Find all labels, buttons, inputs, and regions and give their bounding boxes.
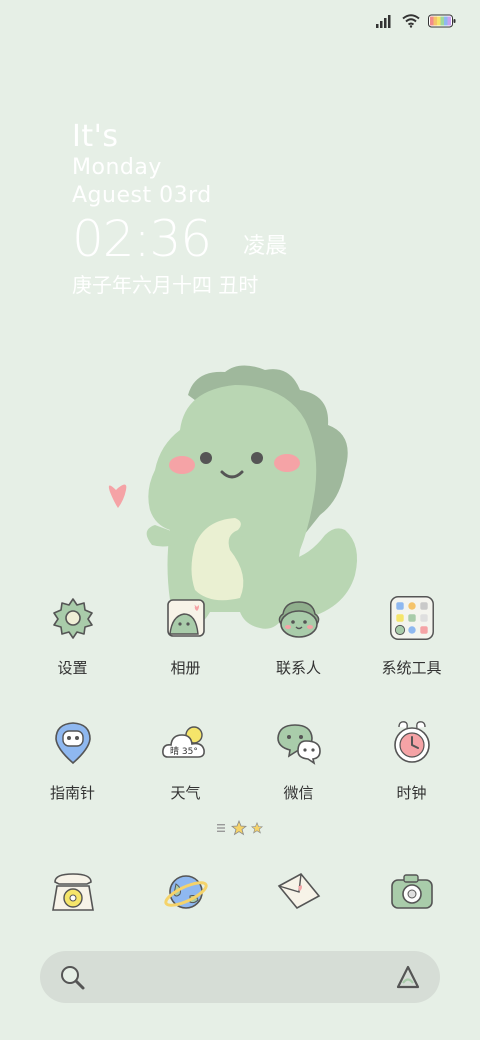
dock-messages[interactable]: [242, 866, 355, 918]
message-icon: [273, 866, 325, 918]
weather-icon: 晴 35°: [160, 719, 212, 767]
system-tools-folder-icon: [388, 594, 436, 642]
dock-camera[interactable]: [355, 866, 468, 918]
gallery-icon: [162, 594, 210, 642]
page-indicator-star-icon-active: [231, 820, 247, 836]
app-contacts[interactable]: 联系人: [242, 594, 355, 678]
wechat-icon: [275, 719, 323, 767]
app-settings[interactable]: 设置: [16, 594, 129, 678]
app-gallery[interactable]: 相册: [129, 594, 242, 678]
app-system-tools-folder[interactable]: 系统工具: [355, 594, 468, 678]
app-label: 天气: [170, 784, 201, 802]
compass-icon: [49, 719, 97, 767]
clock-time: 02:36: [72, 210, 212, 268]
browser-icon: [160, 866, 212, 918]
wifi-icon: [402, 14, 420, 28]
app-grid-row-1: 设置 相册 联系人 系统工具: [0, 594, 480, 678]
clock-weekday: Monday: [72, 155, 162, 180]
app-grid-row-2: 指南针 晴 35° 天气 微信 时钟: [0, 719, 480, 803]
dock: [0, 866, 480, 918]
search-bar[interactable]: [40, 951, 440, 1003]
app-label: 时钟: [396, 784, 427, 802]
clock-icon: [388, 719, 436, 767]
app-label: 微信: [283, 784, 314, 802]
battery-icon: [428, 14, 456, 28]
page-indicator[interactable]: [0, 820, 480, 836]
assistant-icon[interactable]: [394, 963, 422, 991]
clock-lunar-date: 庚子年六月十四 丑时: [72, 273, 259, 297]
dock-phone[interactable]: [16, 866, 129, 918]
app-label: 设置: [57, 659, 88, 677]
page-indicator-star-icon: [251, 822, 263, 834]
app-label: 指南针: [49, 784, 95, 802]
app-weather[interactable]: 晴 35° 天气: [129, 719, 242, 803]
clock-period: 凌晨: [243, 234, 288, 259]
clock-greeting: It's: [72, 119, 119, 154]
app-wechat[interactable]: 微信: [242, 719, 355, 803]
weather-badge: 晴 35°: [170, 745, 198, 757]
phone-icon: [47, 866, 99, 918]
status-bar: [376, 10, 456, 32]
camera-icon: [386, 866, 438, 918]
app-compass[interactable]: 指南针: [16, 719, 129, 803]
dock-browser[interactable]: [129, 866, 242, 918]
gear-icon: [49, 594, 97, 642]
app-label: 联系人: [275, 659, 321, 677]
search-icon[interactable]: [58, 963, 86, 991]
page-indicator-menu-icon: [217, 824, 225, 832]
app-label: 相册: [170, 659, 201, 677]
clock-date: Aguest 03rd: [72, 183, 212, 208]
signal-icon: [376, 15, 391, 28]
contacts-icon: [275, 594, 323, 642]
app-label: 系统工具: [381, 659, 442, 677]
clock-widget[interactable]: It's Monday Aguest 03rd 02:36 凌晨 庚子年六月十四…: [72, 120, 287, 300]
app-clock[interactable]: 时钟: [355, 719, 468, 803]
